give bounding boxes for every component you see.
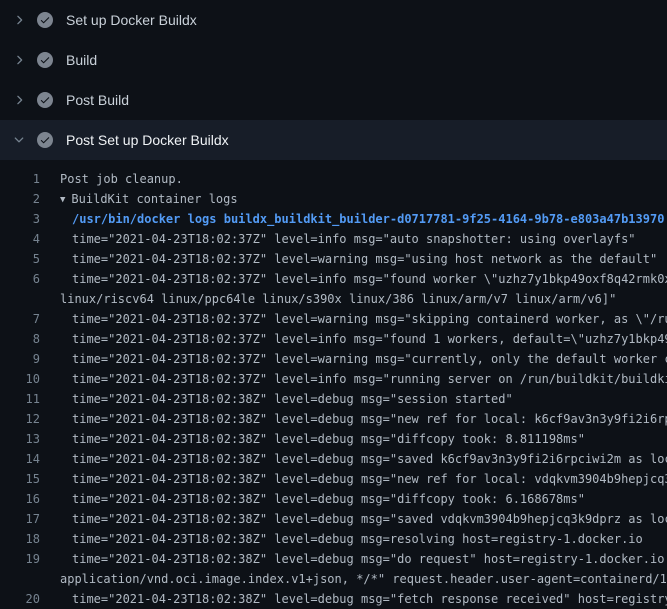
log-line-9: 9 time="2021-04-23T18:02:37Z" level=warni… bbox=[0, 349, 667, 369]
log-line-5: 5 time="2021-04-23T18:02:37Z" level=warni… bbox=[0, 249, 667, 269]
step-header-post-set-up-docker-buildx[interactable]: Post Set up Docker Buildx bbox=[0, 120, 667, 160]
log-line-text: time="2021-04-23T18:02:38Z" level=debug … bbox=[72, 432, 585, 446]
log-line-number[interactable]: 7 bbox=[0, 309, 40, 329]
step-label: Post Build bbox=[66, 92, 129, 108]
log-line-18: 18 time="2021-04-23T18:02:38Z" level=debu… bbox=[0, 529, 667, 549]
log-line-text: time="2021-04-23T18:02:37Z" level=warnin… bbox=[72, 312, 667, 326]
log-line-14: 14 time="2021-04-23T18:02:38Z" level=debu… bbox=[0, 449, 667, 469]
group-collapse-toggle-icon[interactable]: ▼ bbox=[60, 190, 65, 209]
log-line-text: time="2021-04-23T18:02:38Z" level=debug … bbox=[72, 532, 643, 546]
step-header-post-build[interactable]: Post Build bbox=[0, 80, 667, 120]
step-label: Post Set up Docker Buildx bbox=[66, 132, 229, 148]
log-viewer: 1 Post job cleanup. 2 ▼ BuildKit container l… bbox=[0, 160, 667, 609]
log-line-8: 8 time="2021-04-23T18:02:37Z" level=info … bbox=[0, 329, 667, 349]
log-line-text: time="2021-04-23T18:02:38Z" level=debug … bbox=[72, 552, 667, 566]
log-line-number[interactable]: 13 bbox=[0, 429, 40, 449]
log-line-number[interactable]: 12 bbox=[0, 409, 40, 429]
log-line-number bbox=[0, 569, 40, 589]
log-line-text: time="2021-04-23T18:02:38Z" level=debug … bbox=[72, 392, 513, 406]
log-line-1: 1 Post job cleanup. bbox=[0, 169, 667, 189]
log-line-number[interactable]: 2 bbox=[0, 189, 40, 209]
step-header-build[interactable]: Build bbox=[0, 40, 667, 80]
log-line-number[interactable]: 8 bbox=[0, 329, 40, 349]
log-line-number[interactable]: 19 bbox=[0, 549, 40, 569]
chevron-down-icon bbox=[11, 132, 27, 148]
log-line-16: 16 time="2021-04-23T18:02:38Z" level=debu… bbox=[0, 489, 667, 509]
log-line-text: time="2021-04-23T18:02:38Z" level=debug … bbox=[72, 412, 667, 426]
log-line-number[interactable]: 9 bbox=[0, 349, 40, 369]
log-line-wrap: linux/riscv64 linux/ppc64le linux/s390x … bbox=[0, 289, 667, 309]
log-line-text: time="2021-04-23T18:02:38Z" level=debug … bbox=[72, 452, 667, 466]
log-line-number[interactable]: 5 bbox=[0, 249, 40, 269]
log-line-text: linux/riscv64 linux/ppc64le linux/s390x … bbox=[60, 292, 616, 306]
step-label: Set up Docker Buildx bbox=[66, 12, 197, 28]
chevron-right-icon bbox=[11, 92, 27, 108]
log-line-13: 13 time="2021-04-23T18:02:38Z" level=debu… bbox=[0, 429, 667, 449]
log-line-number[interactable]: 1 bbox=[0, 169, 40, 189]
check-circle-icon bbox=[37, 52, 53, 68]
log-line-2: 2 ▼ BuildKit container logs bbox=[0, 189, 667, 209]
log-line-text: /usr/bin/docker logs buildx_buildkit_bui… bbox=[72, 212, 664, 226]
log-line-text: time="2021-04-23T18:02:38Z" level=debug … bbox=[72, 492, 585, 506]
log-line-number[interactable]: 4 bbox=[0, 229, 40, 249]
check-circle-icon bbox=[37, 92, 53, 108]
log-line-number[interactable]: 16 bbox=[0, 489, 40, 509]
step-label: Build bbox=[66, 52, 97, 68]
log-line-number[interactable]: 3 bbox=[0, 209, 40, 229]
log-line-17: 17 time="2021-04-23T18:02:38Z" level=debu… bbox=[0, 509, 667, 529]
log-line-number bbox=[0, 289, 40, 309]
log-line-6: 6 time="2021-04-23T18:02:37Z" level=info … bbox=[0, 269, 667, 289]
log-line-12: 12 time="2021-04-23T18:02:38Z" level=debu… bbox=[0, 409, 667, 429]
step-header-set-up-docker-buildx[interactable]: Set up Docker Buildx bbox=[0, 0, 667, 40]
log-line-4: 4 time="2021-04-23T18:02:37Z" level=info … bbox=[0, 229, 667, 249]
log-line-20: 20 time="2021-04-23T18:02:38Z" level=debu… bbox=[0, 589, 667, 609]
log-line-number[interactable]: 10 bbox=[0, 369, 40, 389]
log-line-number[interactable]: 18 bbox=[0, 529, 40, 549]
log-line-text: time="2021-04-23T18:02:38Z" level=debug … bbox=[72, 512, 667, 526]
chevron-right-icon bbox=[11, 12, 27, 28]
check-circle-icon bbox=[37, 12, 53, 28]
log-line-text: application/vnd.oci.image.index.v1+json,… bbox=[60, 572, 667, 586]
log-line-number[interactable]: 14 bbox=[0, 449, 40, 469]
log-line-text: time="2021-04-23T18:02:37Z" level=warnin… bbox=[72, 352, 667, 366]
log-line-text: time="2021-04-23T18:02:37Z" level=warnin… bbox=[72, 252, 657, 266]
log-line-text: time="2021-04-23T18:02:37Z" level=info m… bbox=[72, 272, 667, 286]
log-line-number[interactable]: 20 bbox=[0, 589, 40, 609]
log-line-text: time="2021-04-23T18:02:38Z" level=debug … bbox=[72, 472, 667, 486]
log-line-number[interactable]: 17 bbox=[0, 509, 40, 529]
log-line-wrap: application/vnd.oci.image.index.v1+json,… bbox=[0, 569, 667, 589]
log-line-19: 19 time="2021-04-23T18:02:38Z" level=debu… bbox=[0, 549, 667, 569]
log-line-text: time="2021-04-23T18:02:37Z" level=info m… bbox=[72, 232, 636, 246]
log-line-11: 11 time="2021-04-23T18:02:38Z" level=debu… bbox=[0, 389, 667, 409]
log-line-text: time="2021-04-23T18:02:37Z" level=info m… bbox=[72, 372, 667, 386]
log-line-number[interactable]: 11 bbox=[0, 389, 40, 409]
log-line-number[interactable]: 15 bbox=[0, 469, 40, 489]
log-line-text: BuildKit container logs bbox=[71, 192, 237, 206]
chevron-right-icon bbox=[11, 52, 27, 68]
log-line-3: 3/usr/bin/docker logs buildx_buildkit_bu… bbox=[0, 209, 667, 229]
check-circle-icon bbox=[37, 132, 53, 148]
log-line-number[interactable]: 6 bbox=[0, 269, 40, 289]
log-line-text: Post job cleanup. bbox=[60, 172, 183, 186]
log-line-15: 15 time="2021-04-23T18:02:38Z" level=debu… bbox=[0, 469, 667, 489]
log-line-7: 7 time="2021-04-23T18:02:37Z" level=warni… bbox=[0, 309, 667, 329]
steps-list: Set up Docker Buildx Build Post Build Po… bbox=[0, 0, 667, 160]
log-line-10: 10 time="2021-04-23T18:02:37Z" level=info… bbox=[0, 369, 667, 389]
log-line-text: time="2021-04-23T18:02:37Z" level=info m… bbox=[72, 332, 667, 346]
log-line-text: time="2021-04-23T18:02:38Z" level=debug … bbox=[72, 592, 667, 606]
